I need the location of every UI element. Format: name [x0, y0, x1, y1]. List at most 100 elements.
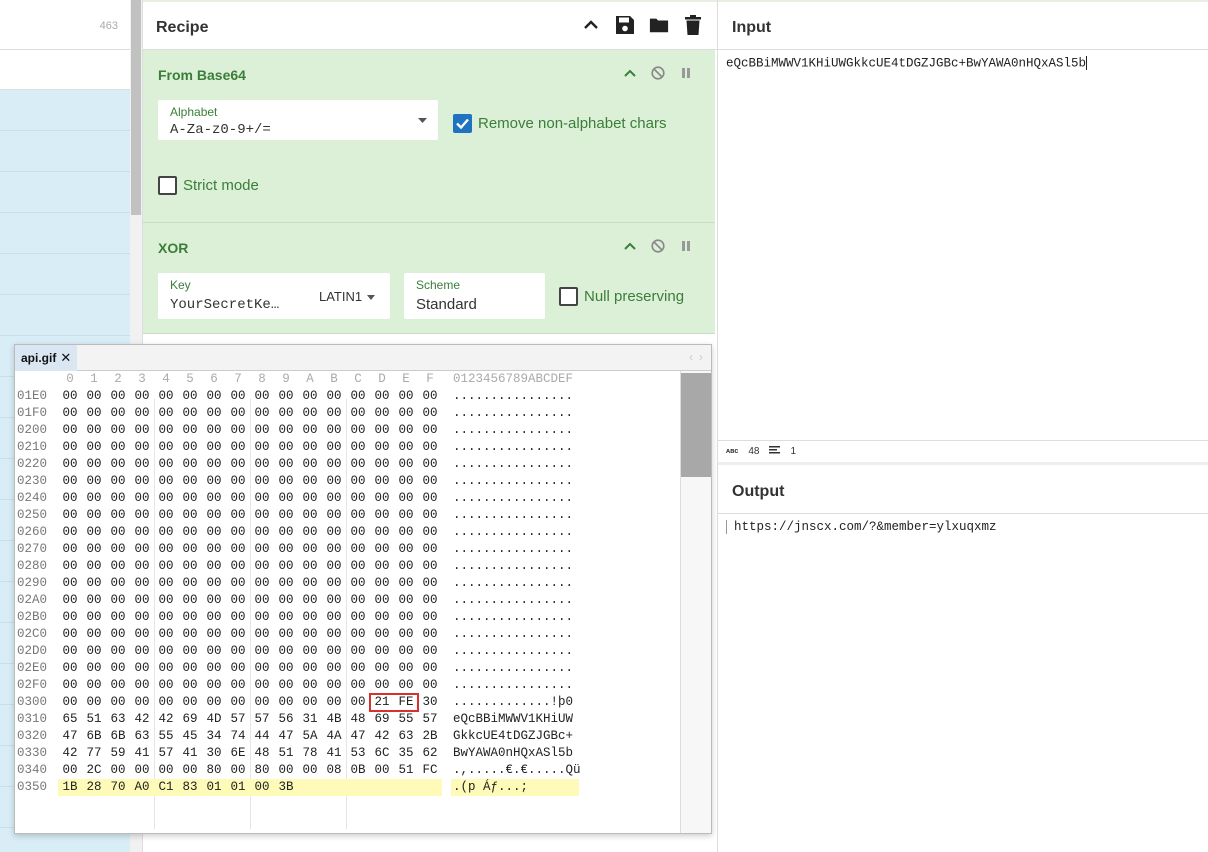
hex-byte[interactable]: 00: [132, 541, 152, 558]
hex-byte[interactable]: 00: [84, 490, 104, 507]
key-encoding-dropdown[interactable]: LATIN1: [319, 289, 362, 304]
hex-byte[interactable]: 01: [228, 779, 248, 796]
hex-byte[interactable]: 00: [84, 660, 104, 677]
list-item[interactable]: [0, 172, 130, 213]
hex-byte[interactable]: 00: [420, 558, 440, 575]
hex-byte[interactable]: 00: [300, 677, 320, 694]
table-row[interactable]: 0310 65 51 63 42 42 69 4D 57 57 56 31 4B 48 69 55 57 eQcB…: [15, 711, 680, 728]
hex-byte[interactable]: 00: [228, 626, 248, 643]
hex-byte[interactable]: 00: [84, 422, 104, 439]
hex-byte[interactable]: 00: [300, 507, 320, 524]
hex-byte[interactable]: 00: [60, 439, 80, 456]
hex-byte[interactable]: 00: [228, 507, 248, 524]
hex-byte[interactable]: 00: [276, 626, 296, 643]
hex-byte[interactable]: 00: [108, 558, 128, 575]
scrollbar-thumb[interactable]: [131, 0, 141, 215]
hex-byte[interactable]: 00: [204, 422, 224, 439]
hex-byte[interactable]: 00: [252, 575, 272, 592]
hex-byte[interactable]: 00: [228, 677, 248, 694]
table-row[interactable]: 0320 47 6B 6B 63 55 45 34 74 44 47 5A 4A 47 42 63 2B Gkkc…: [15, 728, 680, 745]
hex-byte[interactable]: 00: [60, 541, 80, 558]
hex-byte[interactable]: 63: [132, 728, 152, 745]
hex-byte[interactable]: 51: [396, 762, 416, 779]
hex-byte[interactable]: 00: [204, 660, 224, 677]
table-row[interactable]: 02D0 00 00 00 00 00 00 00 00 00 00 00 00 00 00 00 00....…: [15, 643, 680, 660]
hex-byte[interactable]: 00: [252, 660, 272, 677]
hex-byte[interactable]: 00: [252, 643, 272, 660]
hex-byte[interactable]: 00: [228, 643, 248, 660]
hex-byte[interactable]: 00: [60, 405, 80, 422]
list-item[interactable]: [0, 131, 130, 172]
hex-byte[interactable]: 00: [372, 473, 392, 490]
hex-byte[interactable]: 00: [204, 507, 224, 524]
hex-byte[interactable]: 00: [372, 575, 392, 592]
hex-byte[interactable]: 00: [204, 490, 224, 507]
hex-byte[interactable]: 00: [324, 575, 344, 592]
null-preserving-checkbox[interactable]: Null preserving: [559, 287, 684, 306]
hex-byte[interactable]: 00: [60, 694, 80, 711]
hex-byte[interactable]: 00: [60, 677, 80, 694]
hex-byte[interactable]: 00: [252, 694, 272, 711]
hex-byte[interactable]: 00: [204, 626, 224, 643]
hex-byte[interactable]: 69: [180, 711, 200, 728]
hex-byte[interactable]: 00: [204, 541, 224, 558]
hex-byte[interactable]: 00: [420, 456, 440, 473]
hex-byte[interactable]: 62: [420, 745, 440, 762]
hex-byte[interactable]: 63: [396, 728, 416, 745]
hex-byte[interactable]: 00: [132, 575, 152, 592]
hex-byte[interactable]: 57: [252, 711, 272, 728]
hex-byte[interactable]: 00: [372, 660, 392, 677]
hex-byte[interactable]: 42: [132, 711, 152, 728]
hex-byte[interactable]: 00: [348, 660, 368, 677]
hex-byte[interactable]: 00: [132, 439, 152, 456]
hex-byte[interactable]: 55: [156, 728, 176, 745]
hex-byte[interactable]: 31: [300, 711, 320, 728]
hex-byte[interactable]: 00: [132, 677, 152, 694]
hex-byte[interactable]: 47: [60, 728, 80, 745]
remove-non-alphabet-checkbox[interactable]: Remove non-alphabet chars: [453, 114, 666, 133]
hex-byte[interactable]: 6E: [228, 745, 248, 762]
hex-byte[interactable]: 00: [60, 422, 80, 439]
table-row[interactable]: 0210 00 00 00 00 00 00 00 00 00 00 00 00 00 00 00 00....…: [15, 439, 680, 456]
hex-byte[interactable]: 00: [180, 762, 200, 779]
table-row[interactable]: 0350 1B 28 70 A0 C1 83 01 01 00 3B .(p Áƒ...;: [15, 779, 680, 796]
hex-byte[interactable]: 00: [156, 456, 176, 473]
hex-byte[interactable]: 00: [300, 541, 320, 558]
save-icon[interactable]: [615, 14, 635, 36]
hex-byte[interactable]: 00: [132, 422, 152, 439]
hex-byte[interactable]: 00: [132, 609, 152, 626]
hex-byte[interactable]: 00: [300, 643, 320, 660]
hex-byte[interactable]: 00: [324, 439, 344, 456]
hex-byte[interactable]: 00: [204, 575, 224, 592]
hex-byte[interactable]: 4B: [324, 711, 344, 728]
hex-byte[interactable]: 00: [348, 524, 368, 541]
hex-byte[interactable]: 00: [84, 456, 104, 473]
hex-byte[interactable]: 00: [180, 439, 200, 456]
hex-byte[interactable]: 48: [348, 711, 368, 728]
hex-byte[interactable]: 00: [228, 694, 248, 711]
hex-byte[interactable]: 00: [228, 660, 248, 677]
hex-byte[interactable]: A0: [132, 779, 152, 796]
hex-byte[interactable]: 53: [348, 745, 368, 762]
hex-byte[interactable]: 00: [156, 422, 176, 439]
hex-byte[interactable]: 00: [108, 575, 128, 592]
hex-byte[interactable]: 00: [276, 558, 296, 575]
hex-byte[interactable]: 00: [60, 609, 80, 626]
hex-byte[interactable]: 00: [300, 439, 320, 456]
hex-byte[interactable]: 00: [180, 507, 200, 524]
hex-byte[interactable]: 78: [300, 745, 320, 762]
hex-byte[interactable]: 00: [324, 592, 344, 609]
hex-byte[interactable]: 00: [228, 456, 248, 473]
hex-byte[interactable]: 00: [300, 558, 320, 575]
hex-byte[interactable]: 00: [132, 626, 152, 643]
ascii-text[interactable]: ................: [453, 456, 573, 473]
hex-byte[interactable]: 00: [396, 660, 416, 677]
hex-byte[interactable]: 00: [156, 388, 176, 405]
hex-byte[interactable]: 00: [420, 592, 440, 609]
hex-byte[interactable]: 00: [108, 677, 128, 694]
hex-byte[interactable]: 00: [396, 439, 416, 456]
tab-api-gif[interactable]: api.gif ✕: [15, 345, 78, 371]
hex-byte[interactable]: 00: [60, 490, 80, 507]
hex-byte[interactable]: 6B: [84, 728, 104, 745]
hex-byte[interactable]: 00: [324, 609, 344, 626]
